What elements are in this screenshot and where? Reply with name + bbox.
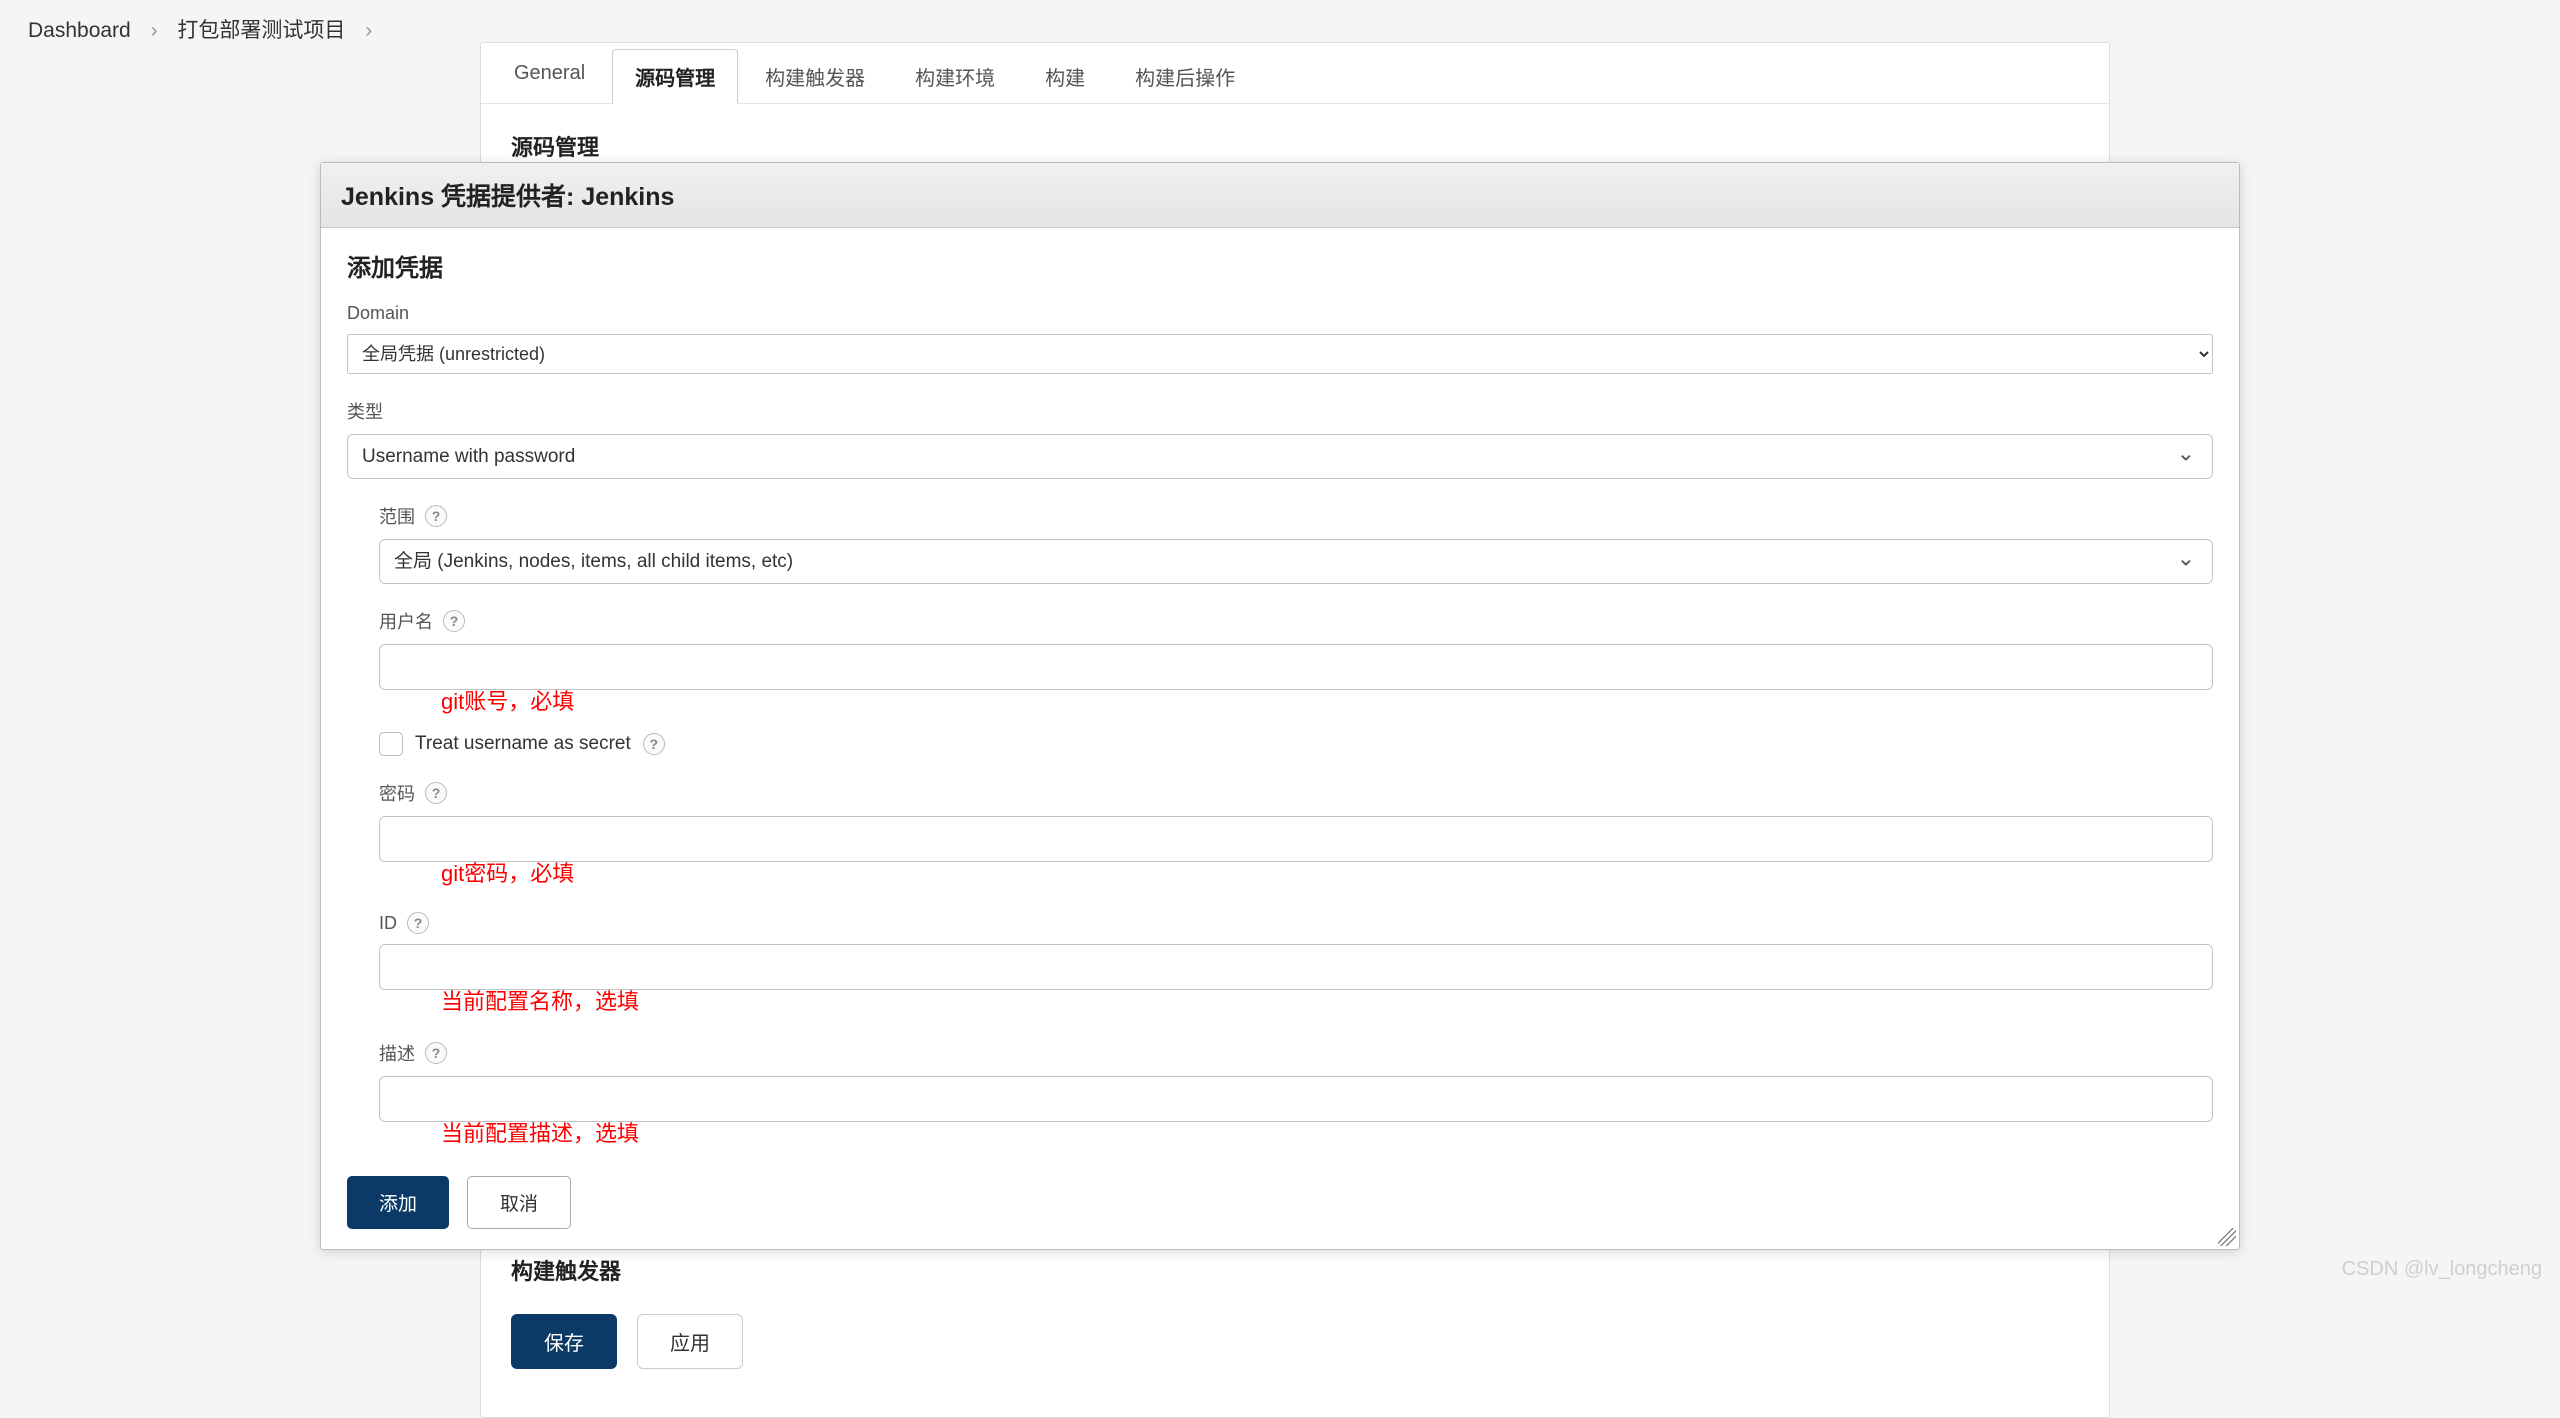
password-group: 密码 ? git密码，必填 [379, 780, 2213, 888]
tab-build[interactable]: 构建 [1022, 49, 1108, 103]
description-label: 描述 [379, 1040, 415, 1066]
modal-body: 添加凭据 Domain 全局凭据 (unrestricted) 类型 Usern… [321, 228, 2239, 1162]
watermark: CSDN @lv_longcheng [2342, 1258, 2542, 1281]
config-tabs: General 源码管理 构建触发器 构建环境 构建 构建后操作 [481, 43, 2109, 104]
help-icon[interactable]: ? [425, 782, 447, 804]
scope-group: 范围 ? 全局 (Jenkins, nodes, items, all chil… [379, 503, 2213, 584]
scope-select[interactable]: 全局 (Jenkins, nodes, items, all child ite… [379, 539, 2213, 584]
help-icon[interactable]: ? [425, 1042, 447, 1064]
breadcrumb-separator-icon: › [151, 19, 158, 42]
add-button[interactable]: 添加 [347, 1176, 449, 1229]
add-credentials-modal: Jenkins 凭据提供者: Jenkins 添加凭据 Domain 全局凭据 … [320, 162, 2240, 1250]
tab-scm[interactable]: 源码管理 [612, 49, 738, 104]
password-label: 密码 [379, 780, 415, 806]
help-icon[interactable]: ? [643, 733, 665, 755]
help-icon[interactable]: ? [425, 505, 447, 527]
tab-env[interactable]: 构建环境 [892, 49, 1018, 103]
username-label: 用户名 [379, 608, 433, 634]
scope-label: 范围 [379, 503, 415, 529]
domain-select[interactable]: 全局凭据 (unrestricted) [347, 334, 2213, 374]
username-input[interactable] [379, 644, 2213, 690]
treat-secret-checkbox[interactable] [379, 732, 403, 756]
id-input[interactable] [379, 944, 2213, 990]
type-group: 类型 Username with password [347, 398, 2213, 479]
tab-general[interactable]: General [491, 49, 608, 103]
breadcrumb-dashboard[interactable]: Dashboard [28, 19, 131, 42]
breadcrumb-separator-icon: › [365, 19, 372, 42]
type-select[interactable]: Username with password [347, 434, 2213, 479]
footer-buttons: 保存 应用 [481, 1296, 2109, 1387]
resize-handle-icon[interactable] [2218, 1228, 2236, 1246]
breadcrumb-project[interactable]: 打包部署测试项目 [177, 19, 345, 42]
description-input[interactable] [379, 1076, 2213, 1122]
modal-footer: 添加 取消 [321, 1162, 2239, 1249]
username-group: 用户名 ? git账号，必填 Treat username as secret … [379, 608, 2213, 756]
description-group: 描述 ? 当前配置描述，选填 [379, 1040, 2213, 1148]
id-label: ID [379, 913, 397, 934]
password-input[interactable] [379, 816, 2213, 862]
help-icon[interactable]: ? [443, 610, 465, 632]
save-button[interactable]: 保存 [511, 1314, 617, 1369]
treat-secret-label: Treat username as secret [415, 733, 631, 755]
modal-subtitle: 添加凭据 [347, 248, 2213, 283]
apply-button[interactable]: 应用 [637, 1314, 743, 1369]
help-icon[interactable]: ? [407, 912, 429, 934]
domain-group: Domain 全局凭据 (unrestricted) [347, 303, 2213, 374]
domain-label: Domain [347, 303, 2213, 324]
id-group: ID ? 当前配置名称，选填 [379, 912, 2213, 1016]
tab-post[interactable]: 构建后操作 [1112, 49, 1258, 103]
cancel-button[interactable]: 取消 [467, 1176, 571, 1229]
modal-title: Jenkins 凭据提供者: Jenkins [321, 163, 2239, 228]
tab-triggers[interactable]: 构建触发器 [742, 49, 888, 103]
type-label: 类型 [347, 398, 2213, 424]
